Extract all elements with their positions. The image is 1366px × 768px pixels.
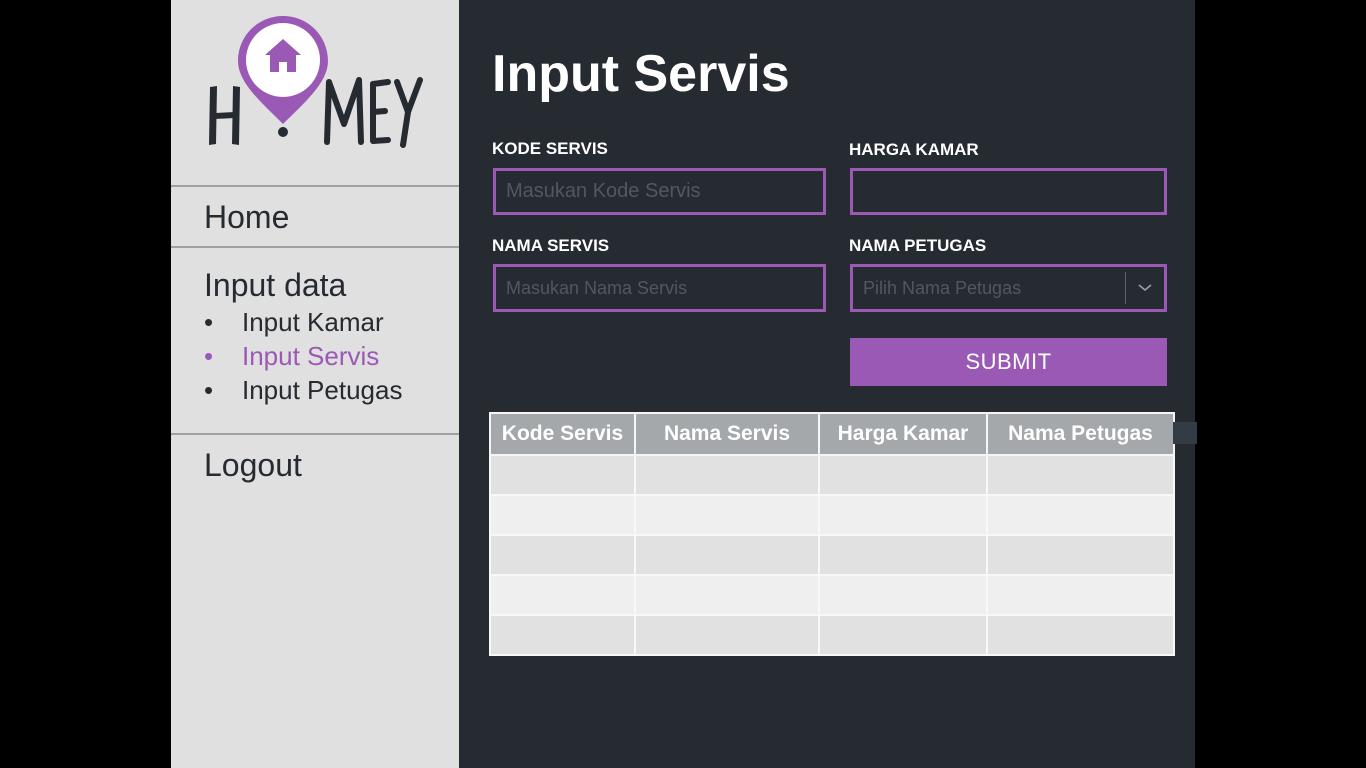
divider xyxy=(171,185,459,187)
table-cell xyxy=(986,454,1175,496)
table-cell xyxy=(634,534,820,576)
bullet: • xyxy=(204,307,214,337)
harga-kamar-input[interactable] xyxy=(850,168,1167,215)
table-cell xyxy=(986,494,1175,536)
table-cell xyxy=(818,534,988,576)
page-title: Input Servis xyxy=(492,45,790,103)
nama-petugas-label: NAMA PETUGAS xyxy=(849,236,987,255)
nama-servis-input[interactable] xyxy=(493,264,826,312)
nav-input-petugas[interactable]: • Input Petugas xyxy=(204,375,402,405)
divider xyxy=(171,246,459,248)
nav-logout[interactable]: Logout xyxy=(204,447,302,483)
servis-table: Kode Servis Nama Servis Harga Kamar Nama… xyxy=(489,412,1175,656)
nav-input-data: Input data xyxy=(204,267,347,303)
submit-button[interactable]: SUBMIT xyxy=(850,338,1167,386)
table-cell xyxy=(489,494,636,536)
table-row[interactable] xyxy=(489,534,1175,576)
nav-input-servis[interactable]: • Input Servis xyxy=(204,341,379,371)
table-cell xyxy=(986,614,1175,656)
column-header-nama-petugas[interactable]: Nama Petugas xyxy=(986,412,1175,456)
kode-servis-input[interactable] xyxy=(493,168,826,215)
table-cell xyxy=(818,614,988,656)
nav-input-petugas-label: Input Petugas xyxy=(242,375,403,405)
nav-home[interactable]: Home xyxy=(204,199,289,235)
nav-input-servis-label: Input Servis xyxy=(242,341,380,371)
table-cell xyxy=(818,494,988,536)
homey-logo xyxy=(209,16,423,148)
column-header-nama-servis[interactable]: Nama Servis xyxy=(634,412,820,456)
bullet: • xyxy=(204,375,214,405)
table-cell xyxy=(634,574,820,616)
bullet: • xyxy=(204,341,214,371)
table-cell xyxy=(986,574,1175,616)
table-overflow-tab xyxy=(1173,422,1197,444)
app-window: Home Input data • Input Kamar • Input Serv… xyxy=(171,0,1197,768)
nav-input-kamar[interactable]: • Input Kamar xyxy=(204,307,384,337)
table-cell xyxy=(634,494,820,536)
table-cell xyxy=(489,574,636,616)
table-cell xyxy=(986,534,1175,576)
select-separator xyxy=(1125,272,1126,304)
table-row[interactable] xyxy=(489,494,1175,536)
nama-petugas-placeholder: Pilih Nama Petugas xyxy=(863,277,1022,298)
sidebar: Home Input data • Input Kamar • Input Serv… xyxy=(171,0,459,768)
table-row[interactable] xyxy=(489,614,1175,656)
table-row[interactable] xyxy=(489,574,1175,616)
column-header-harga-kamar[interactable]: Harga Kamar xyxy=(818,412,988,456)
table-cell xyxy=(489,614,636,656)
main-panel: Input Servis KODE SERVIS HARGA KAMAR NAM… xyxy=(459,0,1197,768)
table-cell xyxy=(634,454,820,496)
table-cell xyxy=(489,454,636,496)
nav-input-kamar-label: Input Kamar xyxy=(242,307,384,337)
column-header-kode-servis[interactable]: Kode Servis xyxy=(489,412,636,456)
divider xyxy=(171,433,459,435)
kode-servis-label: KODE SERVIS xyxy=(492,139,608,158)
table-row[interactable] xyxy=(489,454,1175,496)
nama-servis-label: NAMA SERVIS xyxy=(492,236,610,255)
harga-kamar-label: HARGA KAMAR xyxy=(849,140,979,159)
table-cell xyxy=(818,574,988,616)
table-header-row: Kode Servis Nama Servis Harga Kamar Nama… xyxy=(489,412,1175,456)
chevron-down-icon[interactable] xyxy=(1136,279,1154,297)
nama-petugas-select[interactable]: Pilih Nama Petugas xyxy=(850,264,1167,312)
table-cell xyxy=(634,614,820,656)
table-cell xyxy=(818,454,988,496)
table-cell xyxy=(489,534,636,576)
